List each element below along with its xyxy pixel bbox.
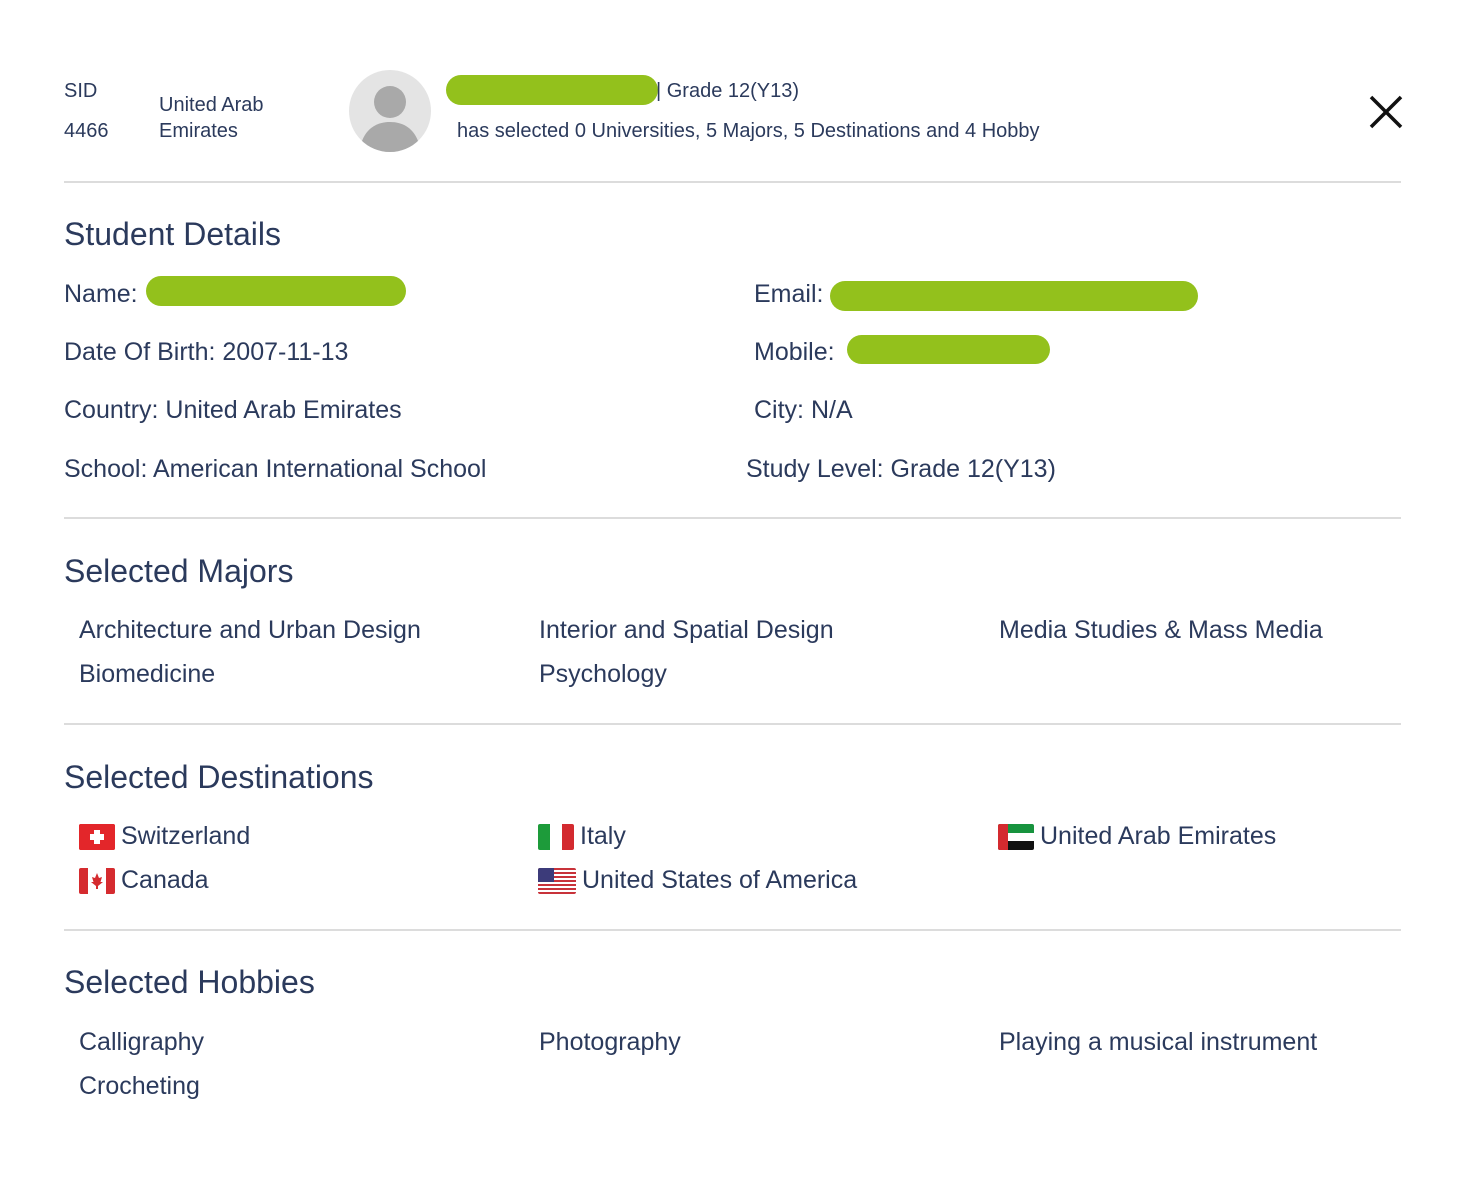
hobby-item: Photography [539, 1028, 681, 1056]
destination-label: Canada [121, 866, 209, 894]
header-grade: | Grade 12(Y13) [656, 80, 800, 102]
divider [64, 517, 1401, 519]
redacted-mobile-value [847, 335, 1050, 364]
destination-item: United Arab Emirates [998, 822, 1276, 851]
redacted-email-value [830, 281, 1198, 311]
school-field: School: American International School [64, 455, 487, 483]
major-item: Psychology [539, 660, 667, 688]
country-field: Country: United Arab Emirates [64, 396, 402, 424]
selection-summary: has selected 0 Universities, 5 Majors, 5… [457, 120, 1040, 142]
major-item: Architecture and Urban Design [79, 616, 421, 644]
divider [64, 181, 1401, 183]
hobby-item: Calligraphy [79, 1028, 205, 1056]
sid-label: SID [64, 80, 98, 102]
divider [64, 723, 1401, 725]
header-country-line2: Emirates [159, 120, 238, 142]
city-field: City: N/A [754, 396, 853, 424]
destination-label: United Arab Emirates [1040, 822, 1277, 850]
mobile-label: Mobile: [754, 338, 835, 366]
header-country-line1: United Arab [159, 94, 264, 116]
avatar [349, 70, 431, 152]
destination-item: Italy [538, 822, 626, 851]
divider [64, 929, 1401, 931]
flag-italy-icon [538, 824, 574, 851]
hobby-item: Playing a musical instrument [999, 1028, 1318, 1056]
redacted-student-name [446, 75, 658, 105]
flag-canada-icon [79, 868, 115, 895]
email-label: Email: [754, 280, 824, 308]
major-item: Biomedicine [79, 660, 216, 688]
flag-uae-icon [998, 824, 1034, 851]
sid-value: 4466 [64, 120, 109, 142]
selected-hobbies-title: Selected Hobbies [64, 964, 315, 1000]
destination-label: Italy [580, 822, 626, 850]
student-details-title: Student Details [64, 216, 282, 252]
destination-label: Switzerland [121, 822, 251, 850]
close-button[interactable] [1366, 92, 1406, 132]
major-item: Interior and Spatial Design [539, 616, 834, 644]
close-icon [1369, 95, 1403, 129]
redacted-name-value [146, 276, 406, 306]
destination-item: United States of America [538, 866, 857, 895]
date-of-birth: Date Of Birth: 2007-11-13 [64, 338, 349, 366]
major-item: Media Studies & Mass Media [999, 616, 1323, 644]
flag-usa-icon [538, 868, 576, 895]
name-label: Name: [64, 280, 138, 308]
avatar-person-icon [359, 86, 421, 152]
study-level-field: Study Level: Grade 12(Y13) [746, 455, 1056, 483]
hobby-item: Crocheting [79, 1072, 200, 1100]
destination-item: Canada [79, 866, 209, 895]
selected-majors-title: Selected Majors [64, 553, 294, 589]
destination-item: Switzerland [79, 822, 250, 851]
flag-switzerland-icon [79, 824, 115, 851]
destination-label: United States of America [582, 866, 858, 894]
selected-destinations-title: Selected Destinations [64, 759, 374, 795]
